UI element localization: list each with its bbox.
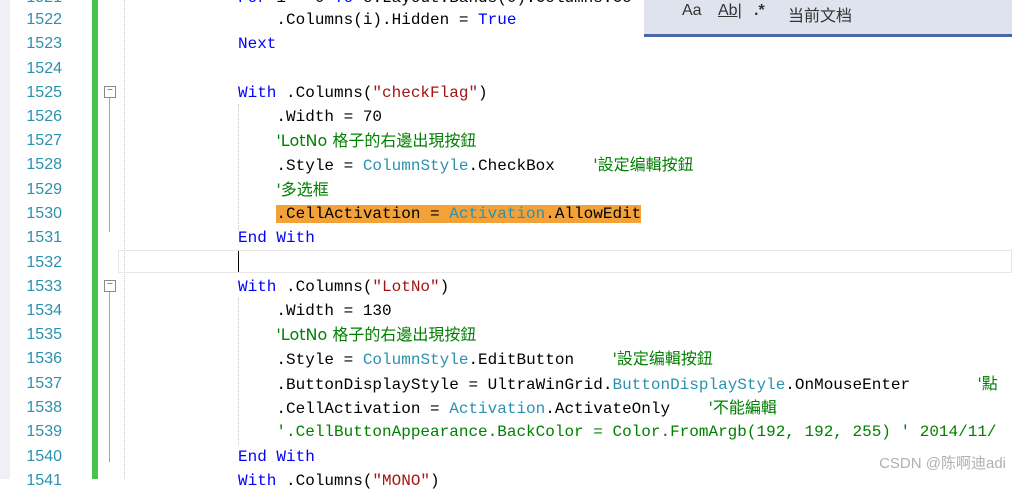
code-text: .ButtonDisplayStyle = UltraWinGrid.Butto… (238, 374, 998, 394)
code-text: .Width = 70 (238, 108, 383, 126)
code-text: .Width = 130 (238, 302, 392, 320)
line-number: 1525 (26, 84, 62, 101)
line-number: 1534 (26, 302, 62, 319)
code-text: 'LotNo 格子的右邊出現按鈕 (276, 131, 477, 150)
code-line: 1529 '多选框 (0, 178, 1012, 202)
code-text: .Style = ColumnStyle.EditButton '設定编輯按鈕 (238, 349, 713, 369)
line-number: 1529 (26, 181, 62, 198)
line-number: 1524 (26, 60, 62, 77)
code-text: 'LotNo 格子的右邊出現按鈕 (276, 325, 477, 344)
search-match-highlight: .CellActivation = Activation.AllowEdit (276, 205, 642, 223)
code-line: 1525 With .Columns("checkFlag") (0, 81, 1012, 105)
line-number: 1536 (26, 350, 62, 367)
code-text: Next (238, 35, 277, 53)
code-line: 1530 .CellActivation = Activation.AllowE… (0, 202, 1012, 226)
code-text: End With (238, 229, 315, 247)
regex-button[interactable]: .* (754, 2, 765, 20)
code-editor[interactable]: − − 1521 For i = 0 To e.Layout.Bands(0).… (0, 0, 1012, 490)
code-line: 1539 '.CellButtonAppearance.BackColor = … (0, 420, 1012, 444)
line-number: 1522 (26, 11, 62, 28)
code-line: 1526 .Width = 70 (0, 105, 1012, 129)
code-text: .Style = ColumnStyle.CheckBox '設定编輯按鈕 (238, 155, 694, 175)
code-line: 1533 With .Columns("LotNo") (0, 275, 1012, 299)
line-number: 1537 (26, 375, 62, 392)
line-number: 1538 (26, 399, 62, 416)
line-number: 1528 (26, 156, 62, 173)
code-line: 1538 .CellActivation = Activation.Activa… (0, 396, 1012, 420)
code-line: 1531 End With (0, 226, 1012, 250)
code-text: With .Columns("checkFlag") (238, 84, 488, 102)
line-number: 1530 (26, 205, 62, 222)
whole-word-button[interactable]: Ab| (718, 2, 742, 20)
code-line: 1524 (0, 57, 1012, 81)
line-number: 1526 (26, 108, 62, 125)
code-line: 1540 End With (0, 445, 1012, 469)
code-text: End With (238, 448, 315, 466)
line-number: 1527 (26, 132, 62, 149)
code-text: '多选框 (276, 180, 329, 199)
code-line: 1541 With .Columns("MONO") (26, 472, 440, 490)
search-scope-dropdown[interactable]: 当前文档 (788, 2, 852, 26)
code-line: 1536 .Style = ColumnStyle.EditButton '設定… (0, 347, 1012, 371)
watermark: CSDN @陈啊迪adi (879, 455, 1006, 472)
code-text: .Columns(i).Hidden = True (238, 11, 517, 29)
line-number: 1532 (26, 254, 62, 271)
code-line: 1537 .ButtonDisplayStyle = UltraWinGrid.… (0, 372, 1012, 396)
line-number: 1531 (26, 229, 62, 246)
line-number: 1539 (26, 423, 62, 440)
line-number: 1535 (26, 326, 62, 343)
line-number: 1540 (26, 448, 62, 465)
match-case-button[interactable]: Aa (682, 2, 702, 20)
find-options-bar: Aa Ab| .* 当前文档 (644, 0, 1012, 37)
code-line: 1527 'LotNo 格子的右邊出現按鈕 (0, 129, 1012, 153)
code-line: 1532 (0, 251, 1012, 275)
code-line: 1528 .Style = ColumnStyle.CheckBox '設定编輯… (0, 153, 1012, 177)
line-number: 1533 (26, 278, 62, 295)
code-text: .CellActivation = Activation.AllowEdit (238, 202, 642, 226)
line-number: 1523 (26, 35, 62, 52)
code-text: '.CellButtonAppearance.BackColor = Color… (276, 423, 997, 441)
code-text: .CellActivation = Activation.ActivateOnl… (238, 398, 777, 418)
code-text: With .Columns("LotNo") (238, 278, 450, 296)
code-line: 1534 .Width = 130 (0, 299, 1012, 323)
code-line: 1535 'LotNo 格子的右邊出現按鈕 (0, 323, 1012, 347)
